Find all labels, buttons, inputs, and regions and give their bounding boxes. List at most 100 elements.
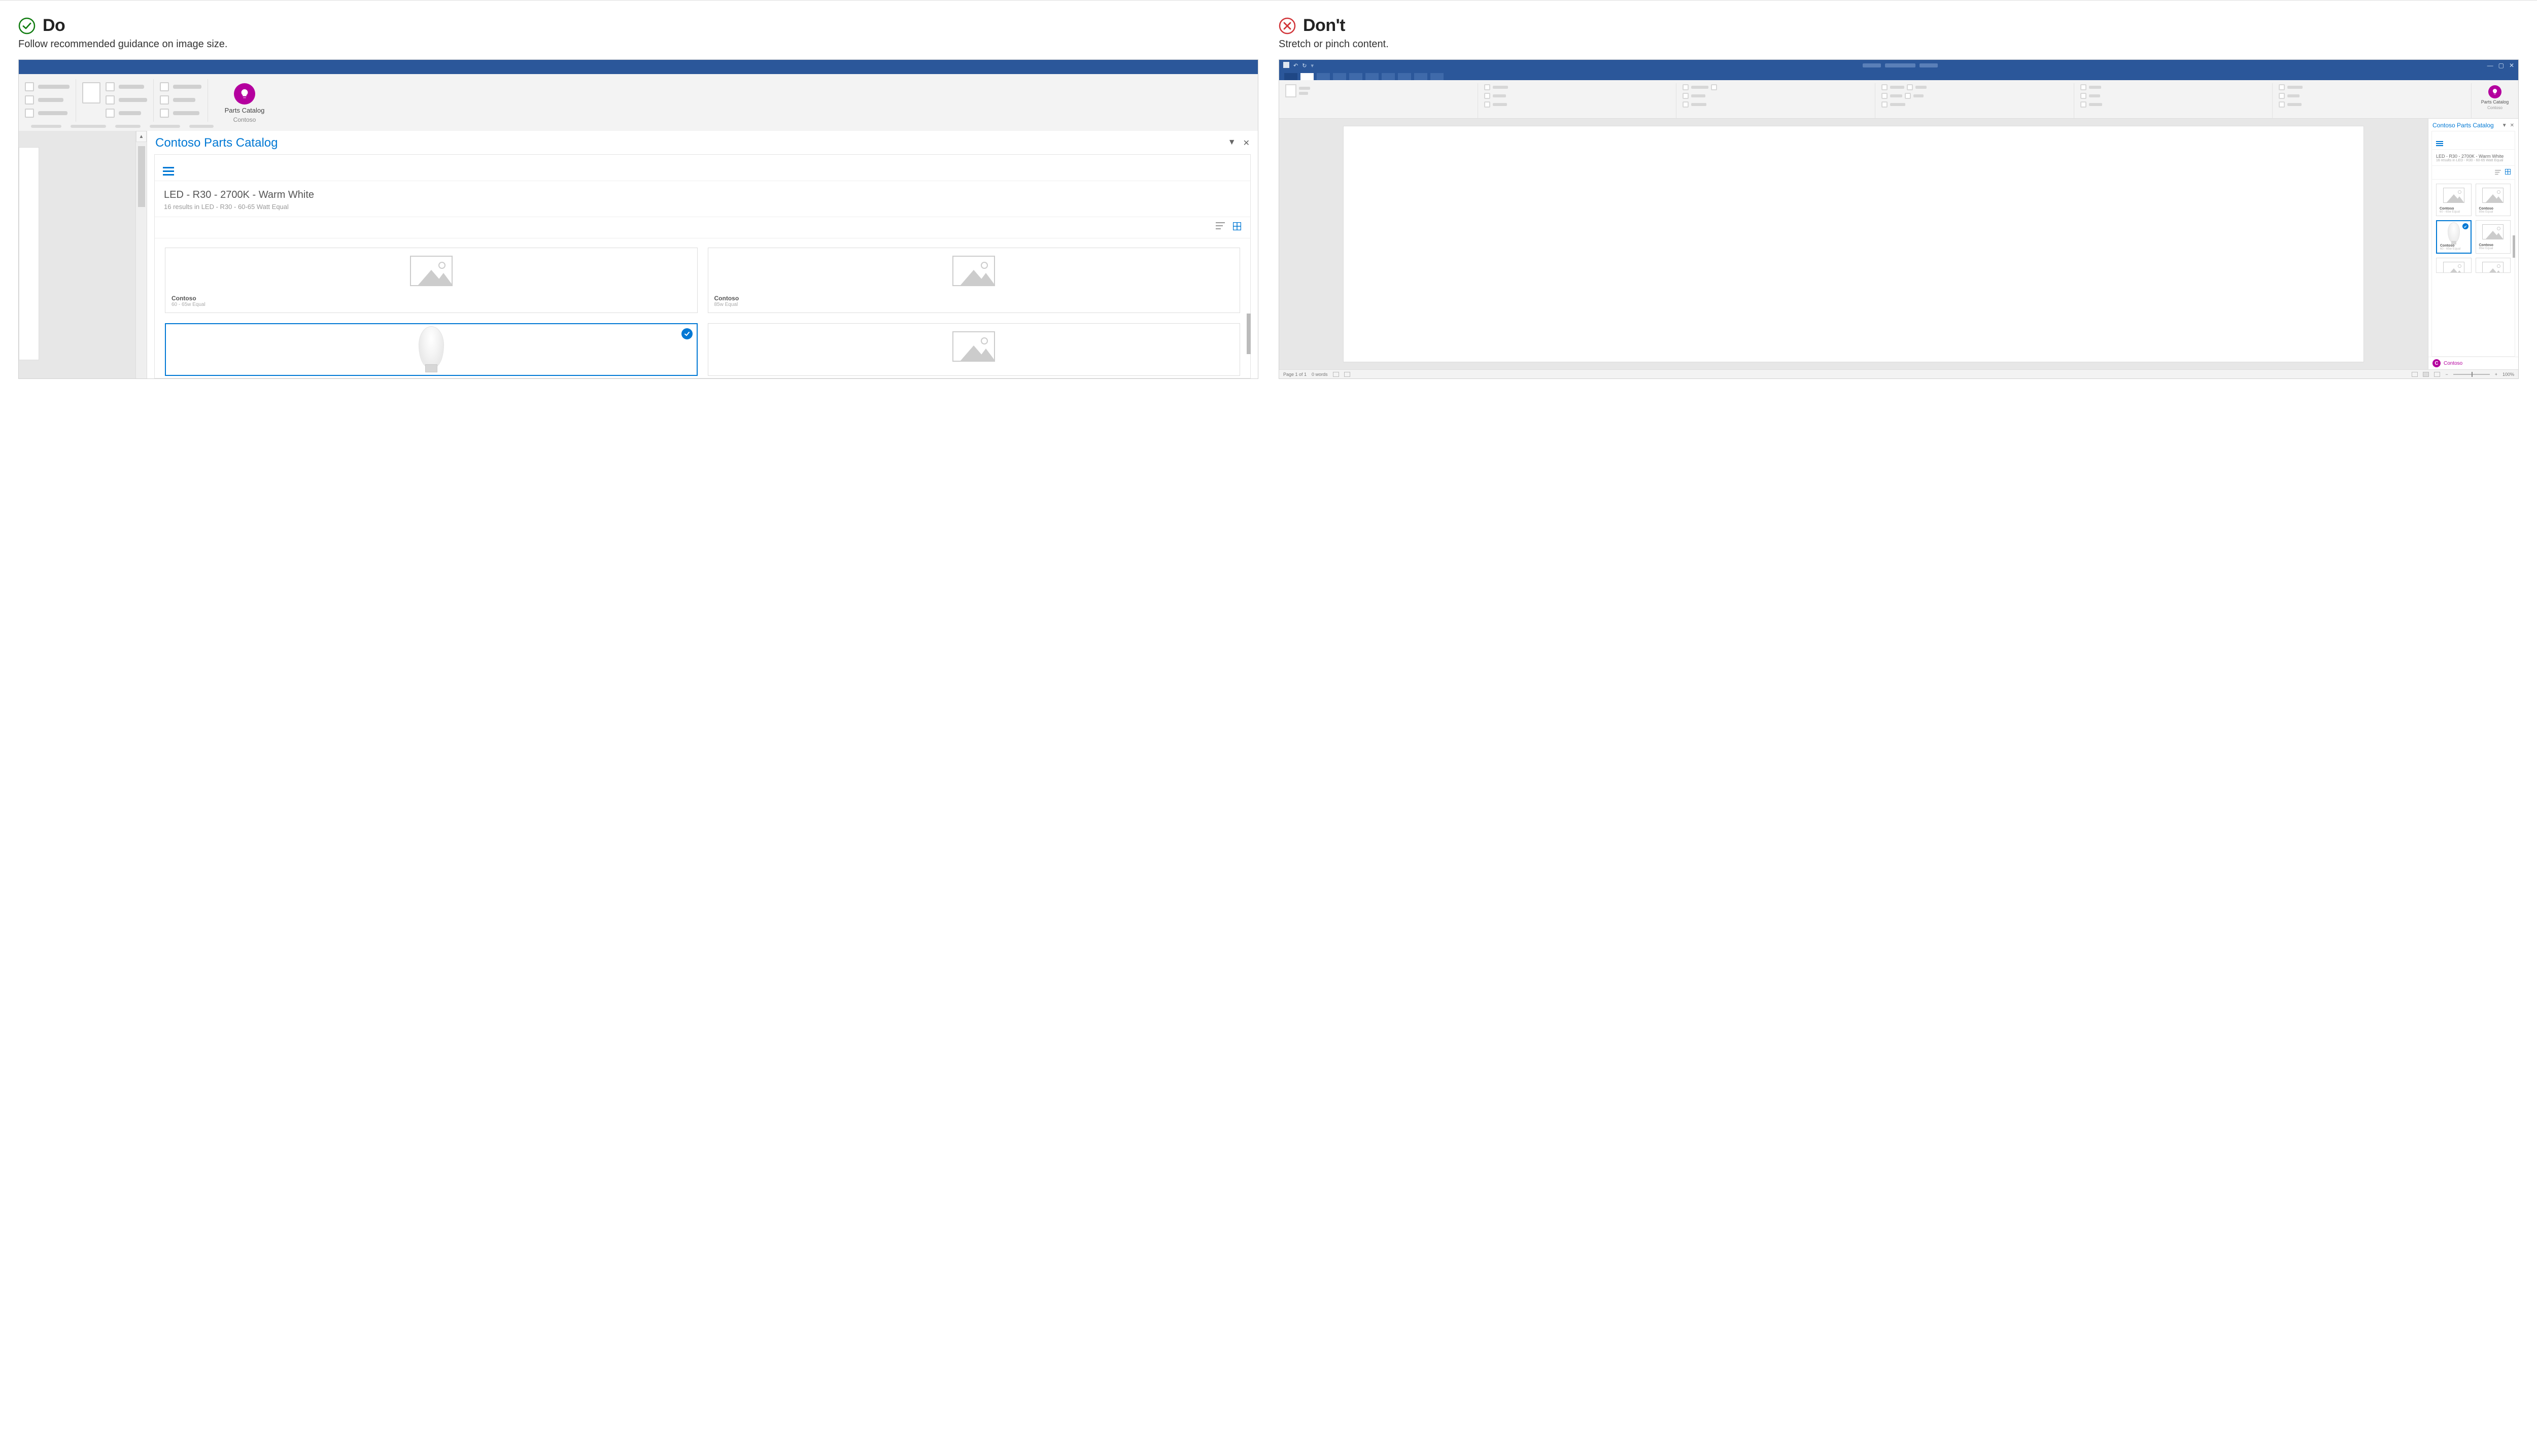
footer-brand: Contoso	[2444, 361, 2462, 366]
product-card[interactable]: Contoso 85w Equal	[2476, 220, 2511, 254]
grid-view-icon[interactable]	[1233, 222, 1241, 233]
tab[interactable]	[1382, 73, 1395, 80]
product-card[interactable]: Contoso 85w Equal	[2476, 184, 2511, 216]
dont-heading-row: Don't	[1279, 16, 2519, 36]
pane-scrollbar[interactable]	[2513, 235, 2515, 258]
status-bar: Page 1 of 1 0 words − + 100%	[1279, 369, 2518, 378]
minimize-icon[interactable]: —	[2487, 62, 2493, 69]
x-circle-icon	[1279, 17, 1296, 34]
word-ribbon: Parts Catalog Contoso	[1279, 80, 2518, 119]
card-desc: 60 - 65w Equal	[2437, 248, 2471, 251]
dont-subtitle: Stretch or pinch content.	[1279, 39, 2519, 50]
product-card[interactable]	[708, 323, 1241, 376]
do-subtitle: Follow recommended guidance on image siz…	[18, 39, 1258, 50]
image-placeholder-icon	[2482, 188, 2504, 203]
ribbon-addin-button[interactable]: Parts Catalog Contoso	[214, 82, 275, 123]
lightbulb-product-icon	[2448, 222, 2460, 242]
breadcrumb-subtitle: 16 results in LED - R30 - 60-65 Watt Equ…	[164, 203, 1241, 211]
grid-view-icon[interactable]	[2505, 168, 2511, 177]
card-desc: 60 - 65w Equal	[165, 302, 697, 307]
ribbon-addin-button[interactable]: Parts Catalog Contoso	[2478, 84, 2512, 110]
product-card[interactable]: Contoso 85w Equal	[708, 248, 1241, 313]
taskpane-dropdown-icon[interactable]: ▼	[1228, 138, 1236, 148]
ribbon-addin-label: Parts Catalog	[225, 107, 265, 114]
zoom-level: 100%	[2502, 372, 2514, 377]
list-view-icon[interactable]	[1216, 222, 1225, 233]
zoom-in-icon[interactable]: +	[2495, 372, 2497, 377]
product-card-selected[interactable]: Contoso 60 - 65w Equal	[2436, 220, 2472, 254]
scroll-thumb[interactable]	[138, 146, 145, 207]
do-body-area: ▲ Contoso Parts Catalog ▼ ✕	[19, 131, 1258, 378]
status-icon[interactable]	[1344, 372, 1350, 377]
brand-avatar-icon: C	[2432, 359, 2441, 367]
taskpane-close-icon[interactable]: ✕	[2510, 123, 2514, 128]
product-card[interactable]: Contoso 60 - 65w Equal	[2436, 184, 2472, 216]
zoom-slider[interactable]	[2453, 374, 2490, 375]
breadcrumb: LED - R30 - 2700K - Warm White 16 result…	[2432, 150, 2515, 166]
check-icon	[2462, 223, 2469, 229]
ribbon-tabs	[1279, 71, 2518, 80]
tab-home[interactable]	[1300, 73, 1314, 80]
image-placeholder-icon	[2443, 262, 2464, 273]
ribbon-addin-label: Parts Catalog	[2481, 99, 2509, 105]
vertical-scrollbar[interactable]: ▲	[135, 131, 147, 378]
check-icon	[681, 328, 693, 339]
document-page	[1343, 126, 2364, 362]
word-titlebar	[19, 60, 1258, 74]
image-placeholder-icon	[2482, 224, 2504, 239]
scroll-up-icon[interactable]: ▲	[136, 131, 147, 142]
pane-scrollbar[interactable]	[1247, 314, 1251, 354]
tab-file[interactable]	[1284, 73, 1297, 80]
card-desc: 85w Equal	[708, 302, 1240, 307]
do-heading-row: Do	[18, 16, 1258, 36]
word-titlebar: ↶ ↻ ▾ — ▢ ✕	[1279, 60, 2518, 71]
card-desc: 85w Equal	[2476, 247, 2511, 250]
product-card[interactable]	[2476, 258, 2511, 273]
tab[interactable]	[1317, 73, 1330, 80]
status-words: 0 words	[1312, 372, 1328, 377]
repeat-icon[interactable]: ↻	[1302, 62, 1307, 69]
hamburger-menu-icon[interactable]	[163, 167, 174, 176]
image-placeholder-icon	[2443, 188, 2464, 203]
breadcrumb: LED - R30 - 2700K - Warm White 16 result…	[155, 181, 1250, 217]
hamburger-menu-icon[interactable]	[2436, 141, 2443, 146]
tab[interactable]	[1398, 73, 1411, 80]
list-view-icon[interactable]	[2495, 168, 2501, 177]
dont-heading: Don't	[1303, 16, 1345, 36]
view-mode-icon[interactable]	[2412, 372, 2418, 377]
taskpane-close-icon[interactable]: ✕	[1243, 138, 1250, 148]
do-heading: Do	[43, 16, 65, 36]
image-placeholder-icon	[2482, 262, 2504, 273]
dont-column: Don't Stretch or pinch content. ↶ ↻ ▾ — …	[1279, 16, 2519, 379]
dont-mock-window: ↶ ↻ ▾ — ▢ ✕	[1279, 59, 2519, 379]
card-brand: Contoso	[165, 294, 697, 302]
product-card-selected[interactable]	[165, 323, 698, 376]
close-icon[interactable]: ✕	[2509, 62, 2514, 69]
product-card[interactable]: Contoso 60 - 65w Equal	[165, 248, 698, 313]
view-mode-icon[interactable]	[2423, 372, 2429, 377]
ribbon-addin-sublabel: Contoso	[2487, 106, 2502, 110]
document-page	[19, 147, 39, 360]
tab[interactable]	[1365, 73, 1379, 80]
tab[interactable]	[1414, 73, 1427, 80]
view-mode-icon[interactable]	[2434, 372, 2440, 377]
card-brand: Contoso	[708, 294, 1240, 302]
maximize-icon[interactable]: ▢	[2498, 62, 2504, 69]
product-card[interactable]	[2436, 258, 2472, 273]
do-mock-window: Parts Catalog Contoso ▲	[18, 59, 1258, 379]
tab[interactable]	[1430, 73, 1444, 80]
do-column: Do Follow recommended guidance on image …	[18, 16, 1258, 379]
card-brand: Contoso	[2437, 206, 2471, 211]
tab[interactable]	[1349, 73, 1362, 80]
breadcrumb-title: LED - R30 - 2700K - Warm White	[164, 189, 1241, 201]
card-desc: 60 - 65w Equal	[2437, 211, 2471, 214]
taskpane-dropdown-icon[interactable]: ▼	[2502, 123, 2507, 128]
undo-icon[interactable]: ↶	[1293, 62, 1298, 69]
image-placeholder-icon	[410, 256, 453, 286]
status-icon[interactable]	[1333, 372, 1339, 377]
taskpane-title: Contoso Parts Catalog	[2432, 122, 2494, 129]
lightbulb-product-icon	[419, 326, 444, 368]
tab[interactable]	[1333, 73, 1346, 80]
zoom-out-icon[interactable]: −	[2445, 372, 2448, 377]
lightbulb-icon	[234, 83, 255, 105]
